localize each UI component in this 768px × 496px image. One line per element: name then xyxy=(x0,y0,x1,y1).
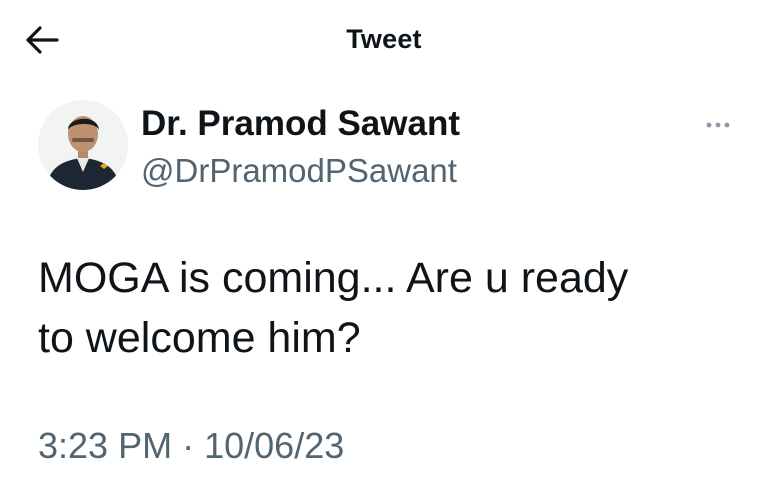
author-handle[interactable]: @DrPramodPSawant xyxy=(141,152,457,190)
tweet-time: 3:23 PM xyxy=(38,425,173,466)
avatar[interactable] xyxy=(38,100,128,190)
tweet-text-line-1: MOGA is coming... Are u ready xyxy=(38,254,629,302)
author-display-name[interactable]: Dr. Pramod Sawant xyxy=(141,104,460,144)
tweet-text-line-2: to welcome him? xyxy=(38,314,361,362)
tweet-date: 10/06/23 xyxy=(204,425,345,466)
tweet-text: MOGA is coming... Are u ready to welcome… xyxy=(38,248,748,368)
more-options-button[interactable] xyxy=(698,110,738,140)
tweet-author: Dr. Pramod Sawant @DrPramodPSawant xyxy=(38,100,738,196)
profile-photo xyxy=(38,100,128,190)
meta-separator: · xyxy=(182,425,195,466)
top-bar: Tweet xyxy=(0,0,768,80)
more-horizontal-icon xyxy=(706,122,730,128)
tweet-detail-screen: Tweet Dr. Pramod Sawant @DrPramodPSawant xyxy=(0,0,768,496)
tweet-timestamp[interactable]: 3:23 PM · 10/06/23 xyxy=(38,425,344,467)
page-title: Tweet xyxy=(346,24,422,54)
